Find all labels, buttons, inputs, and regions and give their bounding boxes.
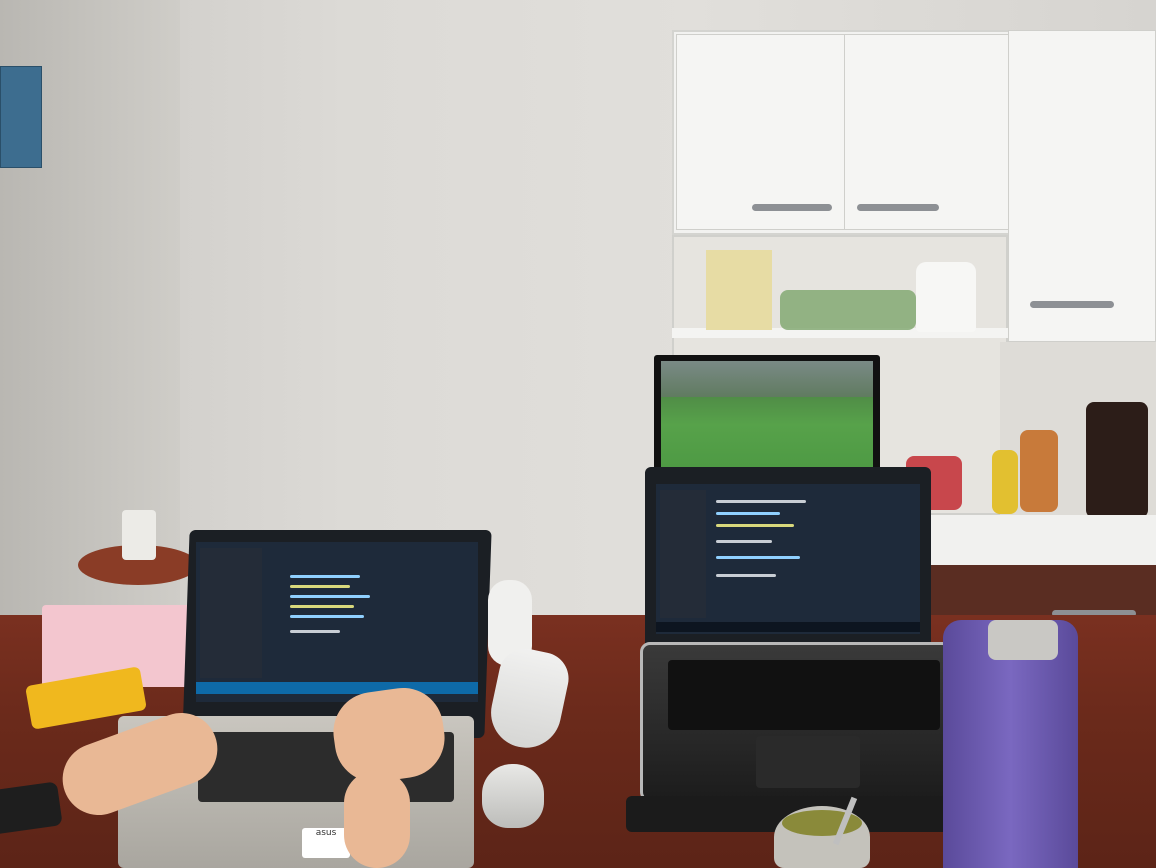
stadium-stands <box>661 361 873 397</box>
file-explorer-panel <box>660 490 706 618</box>
taskbar <box>656 622 920 632</box>
cabinet-handle-left <box>752 204 832 211</box>
counter-top <box>930 515 1156 565</box>
right-arm <box>344 770 410 868</box>
wall-poster <box>0 66 42 168</box>
code-line <box>290 585 350 588</box>
glass-bowls <box>780 290 916 330</box>
code-line <box>290 615 364 618</box>
yellow-bottle <box>992 450 1018 514</box>
code-line <box>290 630 340 633</box>
pencil-cup <box>122 510 156 560</box>
brand-sticker: asus <box>302 828 350 858</box>
juicer <box>916 262 976 332</box>
cabinet-door-left <box>676 34 856 230</box>
code-line <box>290 605 354 608</box>
code-line <box>716 512 780 515</box>
cabinet-handle-right <box>1030 301 1114 308</box>
thermos-cap <box>988 620 1058 660</box>
cabinet-door-right <box>1008 30 1156 342</box>
touchpad[interactable] <box>756 736 860 788</box>
mouse-icon[interactable] <box>482 764 544 828</box>
code-line <box>716 574 776 577</box>
code-line <box>716 524 794 527</box>
file-explorer-panel <box>200 548 262 678</box>
code-line <box>716 500 806 503</box>
code-line <box>290 595 370 598</box>
code-line <box>290 575 360 578</box>
code-line <box>716 540 772 543</box>
spice-jar <box>1020 430 1058 512</box>
right-laptop-keyboard[interactable] <box>668 660 940 730</box>
calendar-box <box>706 250 772 330</box>
taskbar <box>196 682 478 694</box>
dark-jug <box>1086 402 1148 518</box>
cabinet-handle-middle <box>857 204 939 211</box>
code-line <box>716 556 800 559</box>
